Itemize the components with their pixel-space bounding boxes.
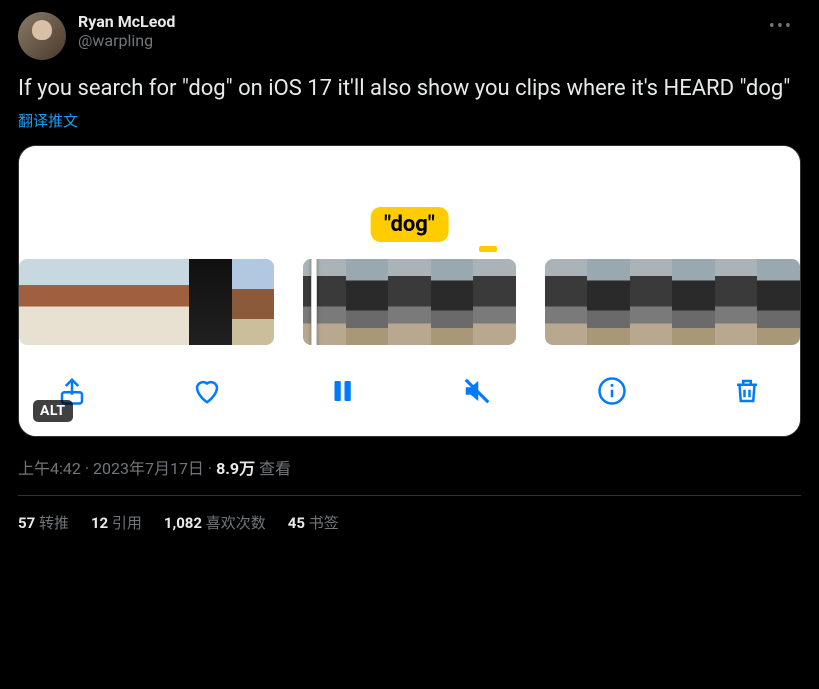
tweet-container: Ryan McLeod @warpling ••• If you search … <box>0 0 819 533</box>
playhead-indicator[interactable] <box>311 259 317 345</box>
mute-button[interactable] <box>458 372 496 410</box>
tweet-text: If you search for "dog" on iOS 17 it'll … <box>18 74 801 104</box>
bookmarks-count: 45 <box>288 514 305 532</box>
thumbnail-frame <box>473 259 516 345</box>
bookmarks-label: 书签 <box>305 514 339 532</box>
likes-label: 喜欢次数 <box>202 514 266 532</box>
media-attachment[interactable]: "dog" <box>18 145 801 437</box>
media-toolbar <box>19 350 800 436</box>
media-top-area: "dog" <box>19 146 800 254</box>
thumbnail-frame <box>545 259 588 345</box>
author-names[interactable]: Ryan McLeod @warpling <box>78 12 749 50</box>
pause-button[interactable] <box>323 372 361 410</box>
likes-count: 1,082 <box>164 514 202 532</box>
likes-stat[interactable]: 1,082 喜欢次数 <box>164 512 266 533</box>
views-count: 8.9万 <box>216 459 255 478</box>
retweets-count: 57 <box>18 514 35 532</box>
delete-button[interactable] <box>728 372 766 410</box>
thumbnail-frame <box>388 259 431 345</box>
display-name: Ryan McLeod <box>78 12 749 31</box>
tweet-meta: 上午4:42 · 2023年7月17日 · 8.9万 查看 <box>18 455 801 496</box>
thumbnail-frame <box>104 259 147 345</box>
caption-chip: "dog" <box>370 207 449 242</box>
views-label: 查看 <box>255 459 291 478</box>
alt-badge[interactable]: ALT <box>33 400 73 422</box>
thumbnail-frame <box>587 259 630 345</box>
retweets-stat[interactable]: 57 转推 <box>18 512 69 533</box>
pause-icon <box>327 376 357 406</box>
retweets-label: 转推 <box>35 514 69 532</box>
thumbnail-frame <box>715 259 758 345</box>
clip-group-1[interactable] <box>19 259 274 345</box>
thumbnail-frame <box>346 259 389 345</box>
meta-sep: · <box>204 459 216 478</box>
thumbnail-frame <box>189 259 232 345</box>
thumbnail-frame <box>672 259 715 345</box>
ellipsis-icon: ••• <box>769 16 793 37</box>
tweet-stats: 57 转推 12 引用 1,082 喜欢次数 45 书签 <box>18 496 801 533</box>
user-handle: @warpling <box>78 31 749 50</box>
thumbnail-frame <box>303 259 346 345</box>
timeline-marker <box>479 246 497 252</box>
info-button[interactable] <box>593 372 631 410</box>
thumbnail-frame <box>147 259 190 345</box>
quotes-count: 12 <box>91 514 108 532</box>
trash-icon <box>732 376 762 406</box>
thumbnail-frame <box>62 259 105 345</box>
thumbnail-frame <box>431 259 474 345</box>
thumbnail-frame <box>757 259 800 345</box>
avatar[interactable] <box>18 12 66 60</box>
thumbnail-frame <box>19 259 62 345</box>
heart-icon <box>192 376 222 406</box>
tweet-date[interactable]: 2023年7月17日 <box>93 459 204 478</box>
mute-icon <box>462 376 492 406</box>
meta-sep: · <box>81 459 93 478</box>
quotes-stat[interactable]: 12 引用 <box>91 512 142 533</box>
quotes-label: 引用 <box>108 514 142 532</box>
more-options-button[interactable]: ••• <box>761 12 801 41</box>
tweet-header: Ryan McLeod @warpling ••• <box>18 12 801 60</box>
thumbnail-frame <box>630 259 673 345</box>
translate-link[interactable]: 翻译推文 <box>18 110 78 131</box>
clip-group-2[interactable] <box>303 259 516 345</box>
bookmarks-stat[interactable]: 45 书签 <box>288 512 339 533</box>
info-icon <box>597 376 627 406</box>
like-button[interactable] <box>188 372 226 410</box>
thumbnail-frame <box>232 259 275 345</box>
video-timeline[interactable] <box>19 254 800 350</box>
clip-group-3[interactable] <box>545 259 800 345</box>
tweet-time[interactable]: 上午4:42 <box>18 459 81 478</box>
